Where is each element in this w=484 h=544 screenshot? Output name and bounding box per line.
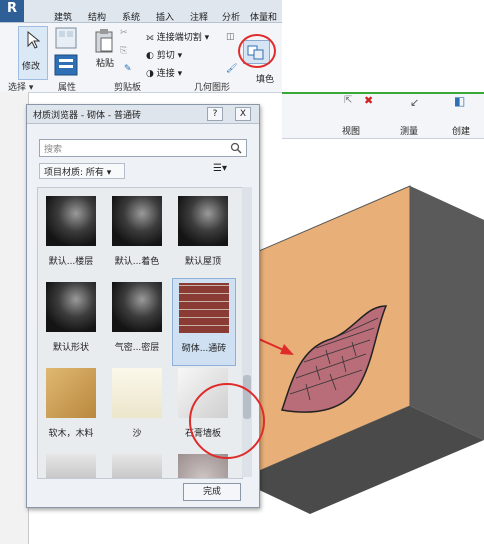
cut-clipboard-icon[interactable]: ✂ xyxy=(120,28,128,38)
search-icon[interactable] xyxy=(230,142,242,154)
material-thumbnail xyxy=(46,196,96,246)
wall-side-face xyxy=(410,186,484,440)
material-label: 默认...着色 xyxy=(114,257,160,267)
pin-icon[interactable]: ⇱ xyxy=(344,95,352,106)
paint-brush-icon[interactable]: 🖌 xyxy=(226,64,237,74)
material-label: 默认...楼层 xyxy=(48,257,94,267)
type-properties-icon[interactable] xyxy=(54,26,78,50)
material-label: 默认形状 xyxy=(52,343,89,353)
copy-icon[interactable]: ⎘ xyxy=(120,46,127,56)
ribbon-right-fragment: ⇱ ✖ ↙ ◧ 视图 测量 创建 xyxy=(282,92,484,139)
tab-massing[interactable]: 体量和 xyxy=(250,10,277,23)
material-item[interactable]: 默认形状 xyxy=(40,278,102,364)
dialog-title: 材质浏览器 - 砌体 - 普通砖 xyxy=(33,111,141,121)
material-thumbnail xyxy=(179,283,229,333)
material-item[interactable]: 软木，木料 xyxy=(40,364,102,450)
create-panel-label: 创建 xyxy=(452,127,471,137)
help-button[interactable]: ? xyxy=(207,107,223,121)
filter-label: 项目材质: 所有 ▾ xyxy=(44,168,112,178)
project-browser-fragment xyxy=(0,92,29,544)
panel-properties: 属性 xyxy=(58,83,77,93)
material-thumbnail xyxy=(46,282,96,332)
properties-icon[interactable] xyxy=(54,54,78,76)
filter-value: 项目材质: 所有 xyxy=(44,168,104,178)
material-thumbnail xyxy=(178,196,228,246)
material-thumbnail xyxy=(46,454,96,478)
tab-analyze[interactable]: 分析 xyxy=(222,10,240,23)
join-cut-label: 连接端切割 xyxy=(156,33,202,43)
material-label: 气密...密层 xyxy=(114,343,160,353)
modify-button[interactable]: 修改 xyxy=(18,26,48,80)
highlight-circle xyxy=(238,34,276,68)
fill-label: 填色 xyxy=(256,75,275,85)
material-filter-dropdown[interactable]: 项目材质: 所有 ▾ xyxy=(39,163,125,179)
material-thumbnail xyxy=(112,196,162,246)
cut-geometry-button[interactable]: ◐ 剪切 ▾ xyxy=(146,48,182,61)
material-item[interactable]: 气密...密层 xyxy=(106,278,168,364)
tab-structure[interactable]: 结构 xyxy=(88,10,106,23)
dialog-title-bar[interactable]: 材质浏览器 - 砌体 - 普通砖 ? X xyxy=(27,105,259,124)
material-thumbnail xyxy=(112,454,162,478)
selection-highlight-circle xyxy=(189,383,265,459)
material-label: 沙 xyxy=(132,429,142,439)
cut-label: 剪切 xyxy=(156,51,175,61)
material-label: 软木，木料 xyxy=(48,429,94,439)
delete-icon[interactable]: ✖ xyxy=(364,94,373,107)
material-label: 砌体...通砖 xyxy=(181,344,227,354)
modify-label: 修改 xyxy=(22,62,41,72)
material-thumbnail xyxy=(112,282,162,332)
done-button[interactable]: 完成 xyxy=(183,483,241,501)
join-label: 连接 xyxy=(156,69,175,79)
paste-icon[interactable] xyxy=(94,28,114,54)
panel-clipboard: 剪贴板 xyxy=(114,83,142,93)
material-item[interactable]: 砌体...通砖 xyxy=(172,278,236,366)
search-input[interactable]: 搜索 xyxy=(39,139,247,157)
tab-architecture[interactable]: 建筑 xyxy=(54,10,72,23)
tab-systems[interactable]: 系统 xyxy=(122,10,140,23)
join-cut-button[interactable]: ⟗ 连接端切割 ▾ xyxy=(146,30,209,43)
paste-label: 粘贴 xyxy=(96,59,115,69)
create-icon[interactable]: ◧ xyxy=(454,94,465,108)
material-item[interactable] xyxy=(106,450,168,478)
tab-insert[interactable]: 插入 xyxy=(156,10,174,23)
ribbon-tab-bar: R 建筑 结构 系统 插入 注释 分析 体量和 xyxy=(0,0,282,23)
measure-panel-label: 测量 xyxy=(400,127,419,137)
cursor-arrow-icon xyxy=(27,31,40,49)
tab-annotate[interactable]: 注释 xyxy=(190,10,208,23)
join-geometry-button[interactable]: ◑ 连接 ▾ xyxy=(146,66,182,79)
panel-geometry: 几何图形 xyxy=(194,83,231,93)
close-button[interactable]: X xyxy=(235,107,251,121)
match-type-icon[interactable]: ✎ xyxy=(124,64,132,74)
material-item[interactable] xyxy=(40,450,102,478)
material-item[interactable]: 沙 xyxy=(106,364,168,450)
material-browser-dialog: 材质浏览器 - 砌体 - 普通砖 ? X 搜索 项目材质: 所有 ▾ ☰▾ 默认… xyxy=(26,104,265,508)
wall-joins-icon[interactable]: ◫ xyxy=(226,32,235,42)
material-item[interactable]: 默认屋顶 xyxy=(172,192,234,278)
material-label: 默认屋顶 xyxy=(184,257,221,267)
material-thumbnail xyxy=(112,368,162,418)
view-panel-label: 视图 xyxy=(342,127,361,137)
material-item[interactable]: 默认...着色 xyxy=(106,192,168,278)
app-logo-icon[interactable]: R xyxy=(0,0,24,22)
material-thumbnail xyxy=(46,368,96,418)
search-placeholder: 搜索 xyxy=(44,145,63,155)
measure-icon[interactable]: ↙ xyxy=(410,96,419,109)
material-item[interactable]: 默认...楼层 xyxy=(40,192,102,278)
ribbon: R 建筑 结构 系统 插入 注释 分析 体量和 修改 粘贴 ✂ ⎘ ✎ ⟗ 连接… xyxy=(0,0,282,93)
view-options-icon[interactable]: ☰▾ xyxy=(213,163,237,177)
